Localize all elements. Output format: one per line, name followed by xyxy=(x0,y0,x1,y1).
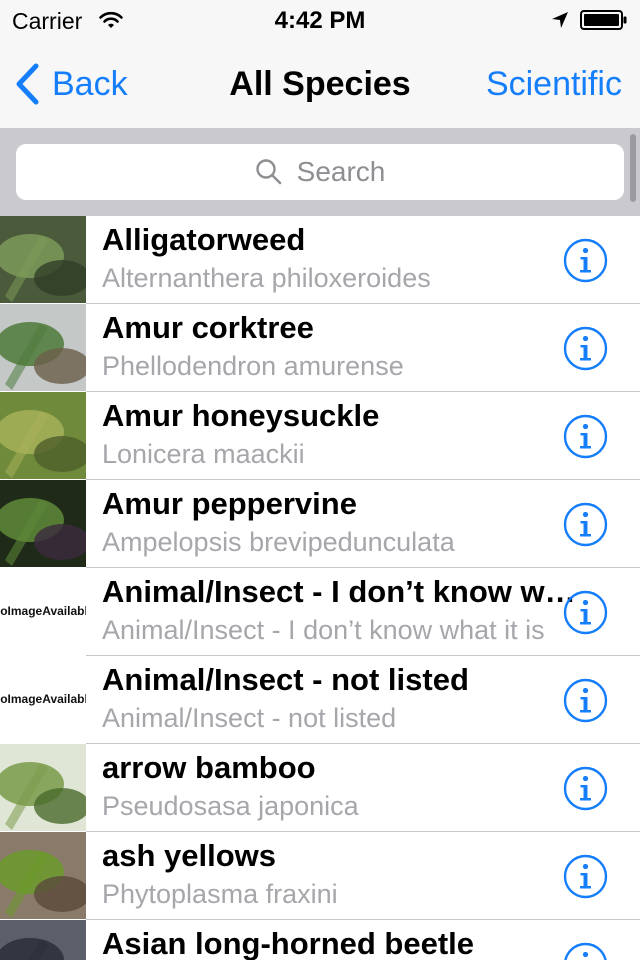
no-image-text: NoImageAvailable xyxy=(0,568,86,655)
no-image-text: NoImageAvailable xyxy=(0,656,86,743)
no-image-line: No xyxy=(0,692,8,707)
no-image-line: No xyxy=(0,604,8,619)
info-icon[interactable] xyxy=(563,590,608,635)
species-scientific-name: Phellodendron amurense xyxy=(102,351,404,381)
species-thumbnail xyxy=(0,392,86,479)
species-row[interactable]: ash yellows Phytoplasma fraxini xyxy=(0,832,640,920)
no-image-line: Image xyxy=(7,604,43,619)
no-image-line: Available xyxy=(42,692,86,707)
species-row[interactable]: arrow bamboo Pseudosasa japonica xyxy=(0,744,640,832)
species-list: Alligatorweed Alternanthera philoxeroides… xyxy=(0,216,640,960)
species-row[interactable]: Amur honeysuckle Lonicera maackii xyxy=(0,392,640,480)
species-thumbnail xyxy=(0,920,86,960)
search-placeholder: Search xyxy=(296,156,386,187)
species-row[interactable]: NoImageAvailable Animal/Insect - I don’t … xyxy=(0,568,640,656)
species-thumbnail xyxy=(0,304,86,391)
info-icon[interactable] xyxy=(563,502,608,547)
no-image-line: Available xyxy=(42,604,86,619)
species-common-name: Asian long-horned beetle xyxy=(102,926,475,960)
no-image-placeholder: NoImageAvailable xyxy=(0,568,86,655)
species-scientific-name: Lonicera maackii xyxy=(102,439,305,469)
species-common-name: Amur honeysuckle xyxy=(102,398,380,433)
search-bar: Search xyxy=(0,128,640,216)
navigation-bar: Back All Species Scientific xyxy=(0,40,640,128)
species-row[interactable]: Amur peppervine Ampelopsis brevipeduncula… xyxy=(0,480,640,568)
species-row[interactable]: Amur corktree Phellodendron amurense xyxy=(0,304,640,392)
species-row[interactable]: NoImageAvailable Animal/Insect - not list… xyxy=(0,656,640,744)
species-thumbnail xyxy=(0,480,86,567)
scroll-indicator[interactable] xyxy=(630,134,636,202)
species-common-name: Animal/Insect - I don’t know what it is xyxy=(102,574,578,609)
info-icon[interactable] xyxy=(563,854,608,899)
info-icon[interactable] xyxy=(563,238,608,283)
species-scientific-name: Animal/Insect - not listed xyxy=(102,703,397,733)
clock: 4:42 PM xyxy=(274,7,366,34)
no-image-line: Image xyxy=(7,692,43,707)
species-scientific-name: Ampelopsis brevipedunculata xyxy=(102,527,455,557)
species-thumbnail xyxy=(0,216,86,303)
species-common-name: Amur corktree xyxy=(102,310,314,345)
species-row[interactable]: Alligatorweed Alternanthera philoxeroides xyxy=(0,216,640,304)
species-common-name: arrow bamboo xyxy=(102,750,316,785)
info-icon[interactable] xyxy=(563,414,608,459)
info-icon[interactable] xyxy=(563,326,608,371)
search-icon xyxy=(255,159,281,185)
species-scientific-name: Phytoplasma fraxini xyxy=(102,879,338,909)
search-input[interactable]: Search xyxy=(16,144,624,200)
species-scientific-name: Animal/Insect - I don’t know what it is xyxy=(102,615,545,645)
scientific-toggle-button[interactable]: Scientific xyxy=(486,65,622,104)
info-icon[interactable] xyxy=(563,942,608,960)
status-bar: Carrier 4:42 PM xyxy=(0,0,640,40)
species-common-name: Alligatorweed xyxy=(102,222,306,257)
info-icon[interactable] xyxy=(563,678,608,723)
species-row[interactable]: Asian long-horned beetleAnoplophora glab… xyxy=(0,920,640,960)
species-common-name: Amur peppervine xyxy=(102,486,357,521)
species-common-name: ash yellows xyxy=(102,838,277,873)
species-thumbnail xyxy=(0,832,86,919)
no-image-placeholder: NoImageAvailable xyxy=(0,656,86,743)
location-arrow-icon xyxy=(552,12,568,28)
species-scientific-name: Pseudosasa japonica xyxy=(102,791,359,821)
species-thumbnail xyxy=(0,744,86,831)
species-scientific-name: Alternanthera philoxeroides xyxy=(102,263,431,293)
battery-icon xyxy=(580,10,627,30)
info-icon[interactable] xyxy=(563,766,608,811)
species-common-name: Animal/Insect - not listed xyxy=(102,662,469,697)
